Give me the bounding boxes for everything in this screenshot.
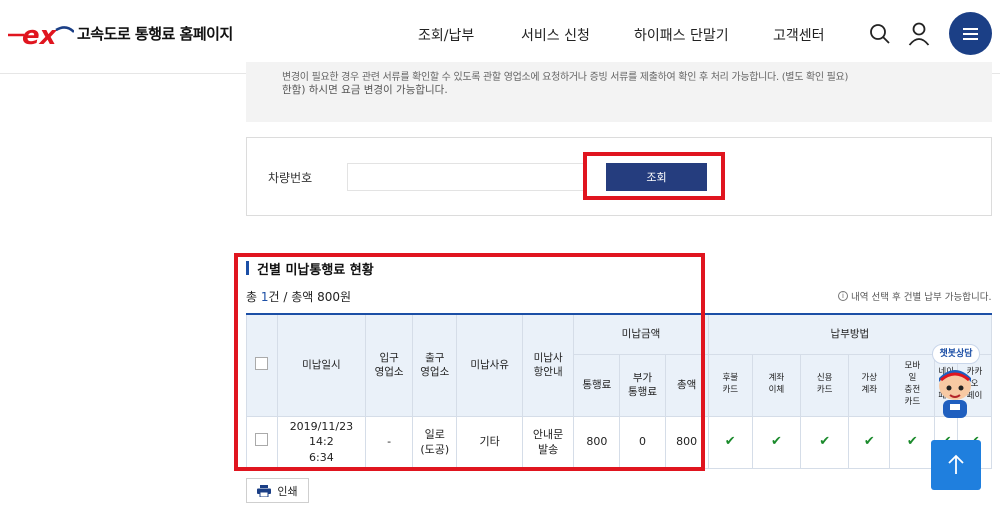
section-title: 건별 미납통행료 현황 <box>246 259 374 278</box>
pay-credit-card-cell[interactable]: ✔ <box>800 415 850 469</box>
header-entry: 입구 영업소 <box>365 313 414 417</box>
header-toll: 통행료 <box>573 353 621 417</box>
header-amount-group: 미납금액 <box>573 313 709 355</box>
row-checkbox[interactable] <box>255 433 269 447</box>
cell-toll: 800 <box>573 415 621 469</box>
header-method-virtual-account: 가상 계좌 <box>848 353 891 417</box>
notice-panel: 변경이 필요한 경우 관련 서류를 확인할 수 있도록 관할 영업소에 요청하거… <box>246 62 992 122</box>
notice-text: 한함) 하시면 요금 변경이 가능합니다. <box>282 84 448 96</box>
header-select-all <box>246 313 278 417</box>
print-label: 인쇄 <box>277 484 298 498</box>
ex-logo-icon: ex <box>8 21 74 50</box>
user-icon[interactable] <box>908 22 930 50</box>
header-surcharge: 부가 통행료 <box>619 353 666 417</box>
header-total: 총액 <box>664 353 709 417</box>
notice-partial-line: 변경이 필요한 경우 관련 서류를 확인할 수 있도록 관할 영업소에 요청하거… <box>282 72 849 83</box>
pay-deferred-card-cell[interactable]: ✔ <box>707 415 753 469</box>
header-exit: 출구 영업소 <box>412 313 458 417</box>
vehicle-number-input[interactable] <box>347 163 587 191</box>
summary: 총 1건 / 총액 800원 <box>246 288 351 305</box>
printer-icon <box>257 484 272 497</box>
check-icon: ✔ <box>770 433 782 449</box>
header-date: 미납일시 <box>276 313 367 417</box>
header-guide: 미납사 항안내 <box>521 313 575 417</box>
cell-surcharge: 0 <box>619 415 666 469</box>
svg-text:ex: ex <box>22 21 58 50</box>
chatbot-label: 챗봇상담 <box>932 344 980 364</box>
nav-customer-center[interactable]: 고객센터 <box>773 25 825 45</box>
header-method-credit-card: 신용 카드 <box>800 353 850 417</box>
select-all-checkbox[interactable] <box>255 356 269 370</box>
summary-count: 1 <box>260 290 269 304</box>
nav-inquiry-payment[interactable]: 조회/납부 <box>418 25 474 45</box>
check-icon: ✔ <box>863 433 875 449</box>
vehicle-number-label: 차량번호 <box>268 171 313 185</box>
nav-service-request[interactable]: 서비스 신청 <box>521 25 590 45</box>
header-method-deferred-card: 후불 카드 <box>707 353 753 417</box>
hint: i 내역 선택 후 건별 납부 가능합니다. <box>838 289 991 303</box>
scroll-top-button[interactable] <box>931 440 981 490</box>
nav-hipass-terminal[interactable]: 하이패스 단말기 <box>634 25 729 45</box>
header-method-bank-transfer: 계좌 이체 <box>751 353 802 417</box>
hint-text: 내역 선택 후 건별 납부 가능합니다. <box>851 292 992 303</box>
highlight-box-search <box>583 152 725 200</box>
cell-guide: 안내문 발송 <box>521 415 575 469</box>
cell-exit: 일로 (도공) <box>412 415 458 469</box>
pay-bank-transfer-cell[interactable]: ✔ <box>751 415 802 469</box>
cell-total: 800 <box>664 415 709 469</box>
row-select-cell <box>246 415 278 469</box>
ex-logo[interactable]: ex <box>8 20 74 50</box>
hamburger-menu-button[interactable] <box>949 12 992 55</box>
cell-reason: 기타 <box>456 415 523 469</box>
site-title[interactable]: 고속도로 통행료 홈페이지 <box>77 23 233 44</box>
info-icon: i <box>838 291 848 301</box>
cell-date: 2019/11/23 14:2 6:34 <box>276 415 367 469</box>
pay-virtual-account-cell[interactable]: ✔ <box>848 415 891 469</box>
unpaid-toll-table: 미납일시 입구 영업소 출구 영업소 미납사유 미납사 항안내 미납금액 납부방… <box>246 313 993 469</box>
check-icon: ✔ <box>819 433 831 449</box>
summary-prefix: 총 <box>246 290 261 304</box>
chatbot-mascot-icon <box>939 370 971 418</box>
table-row[interactable]: 2019/11/23 14:2 6:34 - 일로 (도공) 기타 안내문 발송… <box>246 415 993 469</box>
check-icon: ✔ <box>724 433 736 449</box>
check-icon: ✔ <box>906 433 918 449</box>
header-reason: 미납사유 <box>456 313 523 417</box>
search-icon[interactable] <box>869 23 891 49</box>
print-button[interactable]: 인쇄 <box>246 478 309 503</box>
summary-suffix: 건 / 총액 800원 <box>268 290 352 304</box>
chatbot-widget[interactable]: 챗봇상담 <box>929 344 981 426</box>
cell-entry: - <box>365 415 414 469</box>
arrow-up-icon <box>948 454 964 474</box>
